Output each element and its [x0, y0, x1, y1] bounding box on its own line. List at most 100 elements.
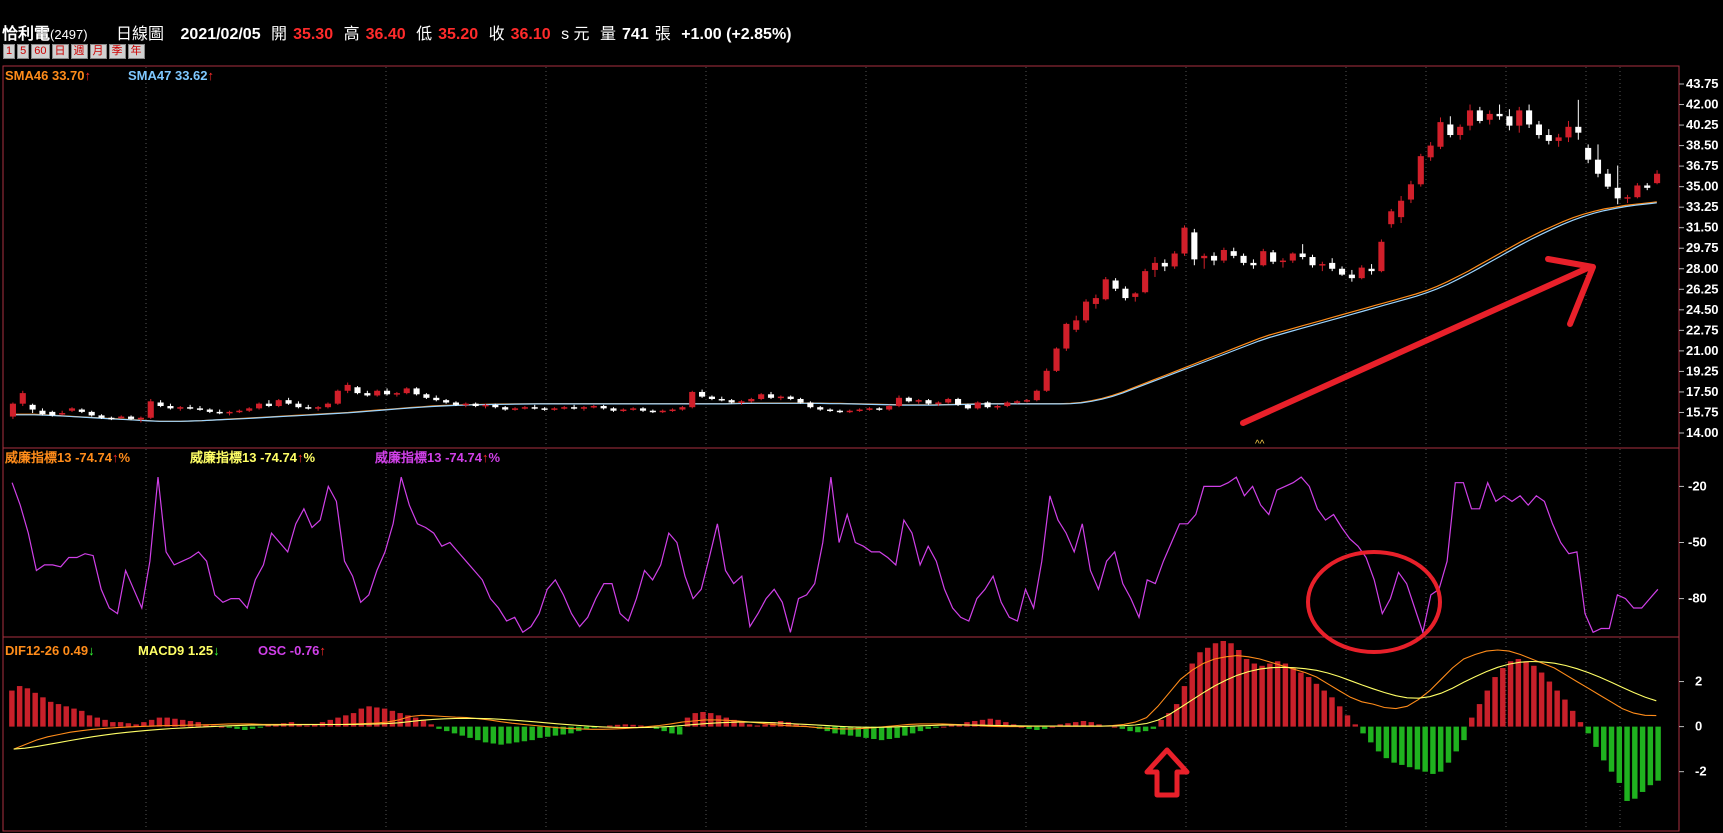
candle-body [1585, 147, 1592, 160]
candle-body [482, 404, 489, 407]
candle-body [580, 407, 587, 409]
price-tick-label: 14.00 [1686, 425, 1719, 440]
candle-body [659, 410, 666, 413]
osc-bar [1267, 663, 1273, 727]
price-tick-label: 36.75 [1686, 158, 1719, 173]
candle [364, 390, 371, 397]
candle [1309, 254, 1316, 268]
osc-bar [1305, 677, 1312, 727]
sma46-line [13, 201, 1657, 422]
candle [708, 395, 715, 401]
candle [383, 388, 391, 396]
price-tick-label: 24.50 [1686, 302, 1719, 317]
candle-body [669, 409, 676, 412]
candle-body [1496, 113, 1503, 117]
candle [767, 391, 775, 399]
candle-body [147, 401, 154, 418]
candle [1132, 292, 1139, 302]
candle-body [502, 407, 509, 410]
candle-body [206, 409, 213, 412]
candle-body [1378, 241, 1385, 272]
candle [19, 390, 26, 407]
osc-bar [638, 725, 644, 727]
candle-body [827, 409, 834, 412]
osc-bar [1243, 659, 1250, 727]
candle [807, 401, 814, 409]
candle [1004, 401, 1011, 408]
candle-body [590, 406, 597, 408]
osc-bar [218, 726, 225, 728]
candle [285, 397, 292, 405]
candle-body [1614, 187, 1621, 199]
candle-body [1358, 267, 1365, 279]
candle [1535, 120, 1542, 139]
candle-body [1299, 253, 1306, 258]
price-tick-label: 21.00 [1686, 343, 1719, 358]
candle [29, 403, 36, 414]
candle-body [1644, 185, 1651, 188]
candle [600, 404, 607, 410]
osc-bar [1445, 726, 1452, 763]
williams-tick-label: -80 [1688, 591, 1707, 606]
candle [1398, 196, 1405, 224]
candle [886, 404, 893, 411]
candle-body [728, 400, 735, 403]
osc-bar [1422, 726, 1428, 772]
price-tick-label: 26.25 [1686, 281, 1719, 296]
candle [157, 400, 164, 408]
stock-chart[interactable]: 43.75 42.00 40.25 38.50 36.75 35.00 33.25 31.50… [0, 0, 1723, 833]
candle-body [866, 408, 873, 410]
osc-bar [1111, 726, 1118, 728]
candle-body [876, 408, 883, 410]
candle [1644, 183, 1651, 191]
osc-bar [86, 715, 93, 727]
candle-body [295, 403, 302, 408]
candle-body [1427, 145, 1434, 158]
osc-bar [1337, 706, 1343, 727]
candle [167, 403, 174, 410]
candle [1604, 169, 1611, 189]
osc-bar [1173, 704, 1180, 727]
osc-bar [79, 710, 85, 727]
candle-body [354, 387, 361, 394]
sma-lines [13, 201, 1657, 422]
osc-bar [9, 690, 15, 727]
candle-body [787, 396, 794, 399]
candle-body [1161, 262, 1168, 267]
candle [915, 398, 922, 404]
candle-body [137, 417, 144, 420]
osc-bar [24, 688, 31, 727]
candle [1516, 106, 1523, 133]
candle [1210, 252, 1218, 266]
candle-body [639, 408, 647, 411]
candle [59, 410, 66, 416]
candle-body [1083, 301, 1090, 321]
candle-body [1535, 124, 1542, 136]
osc-bar [63, 706, 69, 727]
osc-bar [1352, 724, 1358, 727]
osc-bar [389, 710, 396, 727]
candle-body [1338, 268, 1346, 275]
price-tick-label: 17.50 [1686, 384, 1719, 399]
candle [403, 387, 410, 395]
osc-bar [1375, 726, 1382, 752]
candle-body [1112, 280, 1119, 289]
candle-body [600, 406, 607, 409]
osc-bar [568, 726, 574, 734]
candle [1112, 278, 1119, 292]
candle [590, 404, 597, 409]
candle [748, 397, 755, 403]
candle-body [216, 411, 223, 414]
candle [295, 401, 302, 409]
legend-sma47: SMA47 33.62↑ [128, 68, 214, 83]
candle-body [817, 407, 824, 410]
price-tick-label: 31.50 [1686, 220, 1719, 235]
candle [1427, 142, 1434, 161]
candle-body [305, 407, 312, 409]
candle-body [98, 415, 105, 418]
osc-bar [1507, 661, 1514, 727]
candle-body [9, 403, 16, 417]
candle [1466, 104, 1474, 131]
candle [393, 391, 400, 397]
price-panel-frame [2, 65, 1680, 449]
